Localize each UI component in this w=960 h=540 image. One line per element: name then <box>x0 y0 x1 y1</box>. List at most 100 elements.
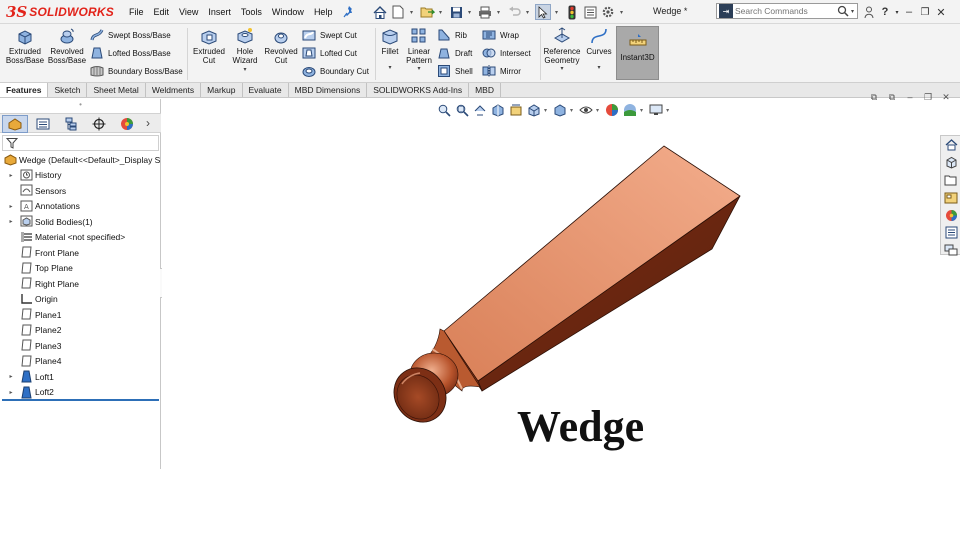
feature-tree-item[interactable]: Front Plane <box>0 245 161 261</box>
extruded-cut-button[interactable]: Extruded Cut <box>190 26 228 65</box>
menu-file[interactable]: File <box>124 7 149 17</box>
menu-tools[interactable]: Tools <box>236 7 267 17</box>
feature-tree-item[interactable]: ▸ Loft2 <box>0 385 161 401</box>
linear-pattern-button[interactable]: Linear Pattern ▾ <box>404 26 434 72</box>
design-library-icon[interactable] <box>943 155 959 171</box>
wrap-button[interactable]: Wrap <box>482 27 519 43</box>
menu-insert[interactable]: Insert <box>203 7 236 17</box>
feature-tree-item[interactable]: Top Plane <box>0 261 161 277</box>
feature-tree-item[interactable]: Wedge (Default<<Default>_Display S <box>0 152 161 168</box>
select-dropdown-icon[interactable]: ▾ <box>553 4 560 20</box>
feature-tree-item[interactable]: ▸ History <box>0 168 161 184</box>
tab-markup[interactable]: Markup <box>201 83 243 97</box>
save-dropdown-icon[interactable]: ▾ <box>466 4 473 20</box>
boundary-cut-button[interactable]: Boundary Cut <box>302 63 369 79</box>
feature-tree-item[interactable]: Plane2 <box>0 323 161 339</box>
menu-edit[interactable]: Edit <box>149 7 175 17</box>
fillet-dropdown-icon[interactable]: ▾ <box>388 64 391 71</box>
configuration-manager-tab-icon[interactable] <box>58 115 84 133</box>
lofted-cut-button[interactable]: Lofted Cut <box>302 45 357 61</box>
options-dropdown-icon[interactable]: ▾ <box>618 4 625 20</box>
tab-solidworks-add-ins[interactable]: SOLIDWORKS Add-Ins <box>367 83 470 97</box>
expand-arrow-icon[interactable]: ▸ <box>7 218 15 225</box>
menu-view[interactable]: View <box>174 7 203 17</box>
feature-tree-item[interactable]: Sensors <box>0 183 161 199</box>
tab-mbd-dimensions[interactable]: MBD Dimensions <box>288 83 368 97</box>
revolved-cut-button[interactable]: Revolved Cut <box>262 26 300 65</box>
instant3d-button[interactable]: Instant3D <box>616 26 659 80</box>
shell-button[interactable]: Shell <box>437 63 473 79</box>
hole-wizard-button[interactable]: Hole Wizard ▾ <box>228 26 262 73</box>
expand-arrow-icon[interactable]: ▸ <box>7 389 15 396</box>
view-palette-icon[interactable] <box>943 190 959 206</box>
tab-weldments[interactable]: Weldments <box>145 83 202 97</box>
pin-menu-icon[interactable] <box>343 5 355 19</box>
undo-dropdown-icon[interactable]: ▾ <box>524 4 531 20</box>
tab-mbd[interactable]: MBD <box>469 83 501 97</box>
feature-tree-item[interactable]: Origin <box>0 292 161 308</box>
tab-sheet-metal[interactable]: Sheet Metal <box>87 83 146 97</box>
new-dropdown-icon[interactable]: ▾ <box>408 4 415 20</box>
feature-tree-item[interactable]: Plane3 <box>0 338 161 354</box>
lofted-boss-button[interactable]: Lofted Boss/Base <box>90 45 171 61</box>
revolved-boss-button[interactable]: Revolved Boss/Base <box>47 26 87 65</box>
file-explorer-icon[interactable] <box>943 172 959 188</box>
search-dropdown-icon[interactable]: ▾ <box>851 8 854 15</box>
rollback-bar[interactable] <box>2 399 159 401</box>
help-dropdown-icon[interactable]: ▾ <box>894 4 900 20</box>
extruded-boss-button[interactable]: Extruded Boss/Base <box>6 26 44 65</box>
panel-resize-handle[interactable]: • <box>0 99 161 113</box>
save-icon[interactable] <box>448 4 464 20</box>
minimize-icon[interactable]: – <box>902 4 916 20</box>
dimxpert-manager-tab-icon[interactable] <box>86 115 112 133</box>
intersect-button[interactable]: Intersect <box>482 45 531 61</box>
search-input[interactable] <box>735 6 835 16</box>
rebuild-traffic-light-icon[interactable] <box>564 4 580 20</box>
feature-manager-tab-icon[interactable] <box>2 115 28 133</box>
feature-tree-item[interactable]: Material <not specified> <box>0 230 161 246</box>
graphics-area[interactable]: ▾ ▾ ▾ ▾ ▾ ⧉ ⧉ – ❐ ✕ Wedge <box>162 92 960 469</box>
menu-window[interactable]: Window <box>267 7 309 17</box>
restore-icon[interactable]: ❐ <box>918 4 932 20</box>
rib-button[interactable]: Rib <box>437 27 467 43</box>
solidworks-resources-home-icon[interactable] <box>943 137 959 153</box>
reference-geometry-dropdown-icon[interactable]: ▾ <box>560 65 563 72</box>
feature-tree-filter[interactable] <box>2 135 159 151</box>
print-icon[interactable] <box>477 4 493 20</box>
feature-tree-item[interactable]: Plane4 <box>0 354 161 370</box>
expand-arrow-icon[interactable]: ▸ <box>7 203 15 210</box>
hole-wizard-dropdown-icon[interactable]: ▾ <box>243 66 246 73</box>
feature-tree-item[interactable]: ▸ Loft1 <box>0 369 161 385</box>
open-dropdown-icon[interactable]: ▾ <box>437 4 444 20</box>
select-arrow-icon[interactable] <box>535 4 551 20</box>
feature-tree-item[interactable]: Plane1 <box>0 307 161 323</box>
solidworks-logo[interactable]: 3S SOLIDWORKS <box>6 1 114 23</box>
reference-geometry-button[interactable]: Reference Geometry ▾ <box>542 26 582 72</box>
swept-boss-button[interactable]: Swept Boss/Base <box>90 27 171 43</box>
linear-pattern-dropdown-icon[interactable]: ▾ <box>417 65 420 72</box>
undo-icon[interactable] <box>506 4 522 20</box>
mirror-button[interactable]: Mirror <box>482 63 521 79</box>
property-manager-tab-icon[interactable] <box>30 115 56 133</box>
chevron-right-icon[interactable]: › <box>146 116 150 130</box>
feature-tree-item[interactable]: Right Plane <box>0 276 161 292</box>
boundary-boss-button[interactable]: Boundary Boss/Base <box>90 63 183 79</box>
home-icon[interactable] <box>372 4 388 20</box>
menu-help[interactable]: Help <box>309 7 338 17</box>
expand-arrow-icon[interactable]: ▸ <box>7 172 15 179</box>
print-dropdown-icon[interactable]: ▾ <box>495 4 502 20</box>
feature-tree-item[interactable]: ▸ A Annotations <box>0 199 161 215</box>
search-commands-box[interactable]: ⇥ ▾ <box>716 3 858 19</box>
draft-button[interactable]: Draft <box>437 45 472 61</box>
display-manager-tab-icon[interactable] <box>114 115 140 133</box>
curves-dropdown-icon[interactable]: ▾ <box>597 64 600 71</box>
forum-icon[interactable] <box>943 242 959 258</box>
tab-sketch[interactable]: Sketch <box>48 83 88 97</box>
tab-features[interactable]: Features <box>0 83 49 97</box>
file-properties-icon[interactable] <box>582 4 598 20</box>
open-folder-icon[interactable] <box>419 4 435 20</box>
tab-evaluate[interactable]: Evaluate <box>242 83 289 97</box>
options-gear-icon[interactable] <box>600 4 616 20</box>
feature-tree-item[interactable]: ▸ Solid Bodies(1) <box>0 214 161 230</box>
expand-arrow-icon[interactable]: ▸ <box>7 373 15 380</box>
